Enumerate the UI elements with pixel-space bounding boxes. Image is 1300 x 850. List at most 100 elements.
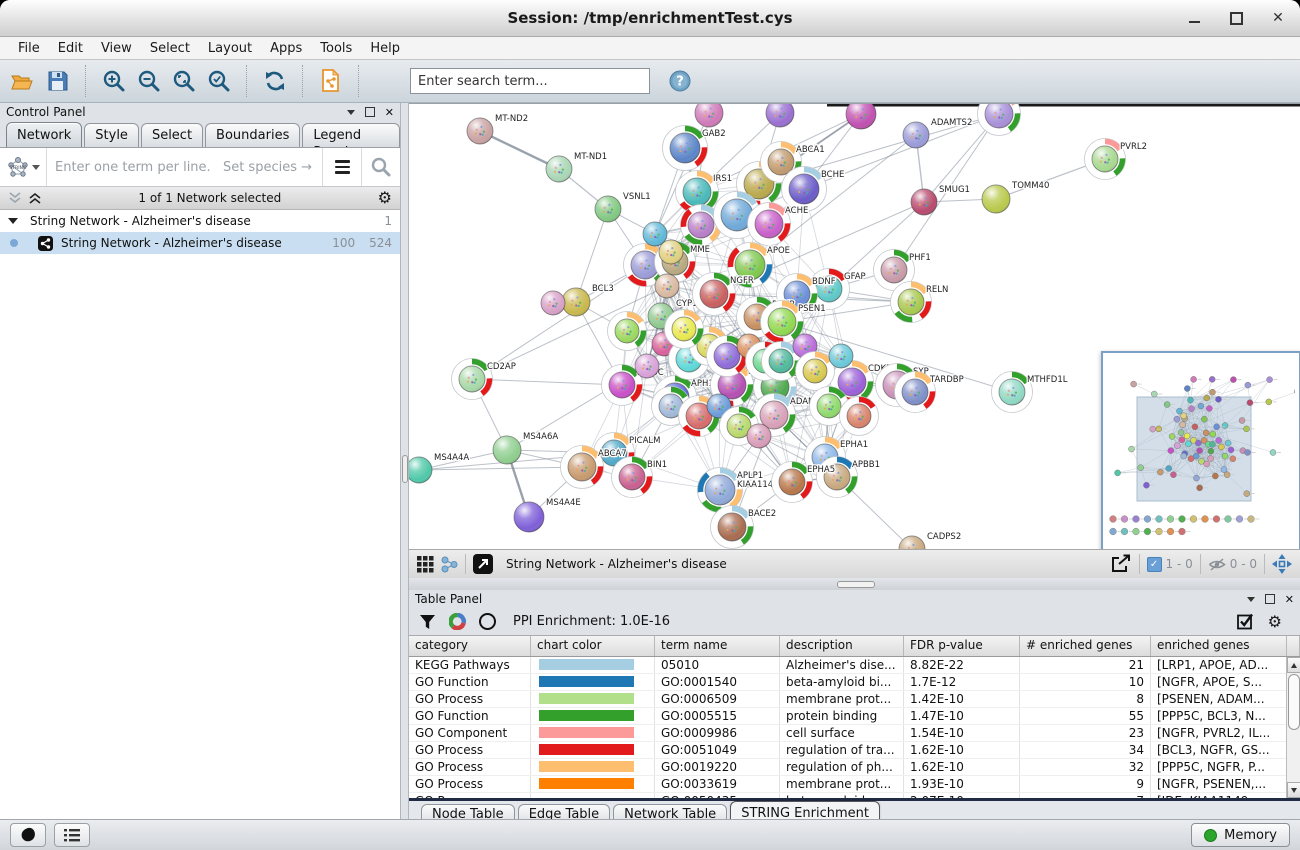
protein-node-mthfd1l[interactable]: MTHFD1L: [992, 372, 1068, 413]
table-row[interactable]: GO ProcessGO:0050435beta-amyloid m...2.0…: [409, 793, 1300, 798]
tab-legend-panel[interactable]: Legend Panel: [302, 123, 400, 147]
protein-node-gab2[interactable]: GAB2: [663, 126, 726, 171]
column-header-description[interactable]: description: [780, 636, 904, 656]
protein-node[interactable]: [608, 312, 647, 351]
network-document-icon[interactable]: [318, 68, 344, 94]
protein-node-ache[interactable]: ACHE: [748, 203, 809, 246]
scroll-up-button[interactable]: [1287, 657, 1300, 673]
birds-eye-view[interactable]: [1101, 351, 1300, 549]
tab-style[interactable]: Style: [84, 123, 139, 147]
panel-close-icon[interactable]: ✕: [385, 106, 394, 119]
horizontal-splitter[interactable]: [409, 578, 1300, 590]
zoom-fit-icon[interactable]: [171, 68, 197, 94]
splitter-grip[interactable]: [402, 455, 408, 483]
menu-file[interactable]: File: [10, 39, 48, 58]
zoom-in-icon[interactable]: [101, 68, 127, 94]
protein-node[interactable]: [695, 104, 723, 127]
panel-float-icon[interactable]: [365, 107, 375, 117]
vertical-splitter[interactable]: [401, 103, 409, 819]
protein-node[interactable]: [978, 104, 1021, 136]
protein-node-apbb1[interactable]: APBB1: [817, 457, 881, 498]
task-history-button[interactable]: [54, 823, 90, 847]
share-network-icon[interactable]: [441, 556, 458, 573]
zoom-out-icon[interactable]: [136, 68, 162, 94]
query-search-button[interactable]: [361, 148, 400, 186]
protein-node[interactable]: [766, 104, 794, 127]
protein-node[interactable]: [829, 344, 853, 368]
column-header--enriched-genes[interactable]: # enriched genes: [1020, 636, 1151, 656]
help-icon[interactable]: ?: [667, 68, 693, 94]
protein-node[interactable]: [747, 424, 771, 448]
scrollbar-thumb[interactable]: [1288, 674, 1300, 730]
network-collection-row[interactable]: String Network - Alzheimer's disease 1: [0, 210, 400, 232]
term-query-input[interactable]: [47, 160, 223, 175]
cytoscape-logo-button[interactable]: [10, 823, 46, 847]
network-row-selected[interactable]: String Network - Alzheimer's disease 100…: [0, 232, 400, 254]
tab-select[interactable]: Select: [141, 123, 203, 147]
zoom-selected-icon[interactable]: [206, 68, 232, 94]
tab-boundaries[interactable]: Boundaries: [205, 123, 300, 147]
menu-layout[interactable]: Layout: [200, 39, 260, 58]
column-header-enriched-genes[interactable]: enriched genes: [1151, 636, 1287, 656]
protein-node-bche[interactable]: BCHE: [782, 167, 845, 212]
table-row[interactable]: KEGG Pathways05010Alzheimer's dise...8.8…: [409, 657, 1300, 674]
menu-help[interactable]: Help: [362, 39, 408, 58]
set-species-label[interactable]: Set species →: [223, 160, 322, 175]
protein-node[interactable]: [541, 291, 565, 315]
table-row[interactable]: GO ProcessGO:0019220regulation of ph...1…: [409, 759, 1300, 776]
protein-node-bcl3[interactable]: BCL3: [562, 284, 614, 316]
menu-edit[interactable]: Edit: [50, 39, 91, 58]
protein-node-vsnl1[interactable]: VSNL1: [595, 192, 651, 222]
scroll-down-button[interactable]: [1287, 782, 1300, 798]
table-row[interactable]: GO ProcessGO:0033619membrane prot...1.93…: [409, 776, 1300, 793]
remove-chart-icon[interactable]: [479, 613, 496, 630]
table-row[interactable]: GO FunctionGO:0001540beta-amyloid bi...1…: [409, 674, 1300, 691]
column-header-chart-color[interactable]: chart color: [531, 636, 655, 656]
network-canvas[interactable]: MT-ND2MT-ND1VSNL1GAB2ADAMTS2PVRL2TOMM40S…: [409, 103, 1300, 549]
string-protein-query-selector[interactable]: STRING: [0, 148, 47, 186]
memory-button[interactable]: Memory: [1191, 823, 1290, 847]
menu-tools[interactable]: Tools: [312, 39, 360, 58]
expand-all-icon[interactable]: [28, 192, 42, 204]
table-scrollbar[interactable]: [1286, 657, 1300, 798]
column-header-FDR-p-value[interactable]: FDR p-value: [904, 636, 1020, 656]
table-row[interactable]: GO ProcessGO:0051049regulation of tra...…: [409, 742, 1300, 759]
protein-node[interactable]: [659, 240, 683, 264]
panel-menu-icon[interactable]: [1247, 597, 1255, 602]
protein-node[interactable]: [840, 397, 879, 436]
refresh-icon[interactable]: [262, 68, 288, 94]
panel-close-icon[interactable]: ✕: [1285, 593, 1294, 606]
open-session-icon[interactable]: [10, 68, 36, 94]
protein-node-ms4a4e[interactable]: MS4A4E: [514, 498, 581, 532]
menu-apps[interactable]: Apps: [262, 39, 310, 58]
splitter-grip[interactable]: [837, 581, 875, 588]
protein-node-reln[interactable]: RELN: [891, 282, 949, 323]
protein-node-cd2ap[interactable]: CD2AP: [452, 359, 516, 400]
protein-node-psen1[interactable]: PSEN1: [761, 301, 826, 344]
protein-node[interactable]: [635, 354, 659, 378]
panel-menu-icon[interactable]: [347, 110, 355, 115]
filter-icon[interactable]: [419, 614, 436, 630]
save-session-icon[interactable]: [45, 68, 71, 94]
column-header-category[interactable]: category: [409, 636, 531, 656]
protein-node-tardbp[interactable]: TARDBP: [895, 372, 964, 413]
search-input[interactable]: [410, 68, 650, 94]
protein-node[interactable]: [655, 274, 679, 298]
collapse-all-icon[interactable]: [8, 192, 22, 204]
menu-view[interactable]: View: [93, 39, 140, 58]
open-in-window-icon[interactable]: [473, 554, 493, 574]
close-button[interactable]: ✕: [1270, 10, 1286, 26]
protein-node[interactable]: [665, 310, 704, 349]
protein-node-adamts2[interactable]: ADAMTS2: [903, 118, 972, 148]
column-header-term-name[interactable]: term name: [655, 636, 780, 656]
tab-network[interactable]: Network: [6, 122, 82, 147]
minimize-button[interactable]: [1186, 10, 1202, 26]
protein-node-bin1[interactable]: BIN1: [612, 457, 668, 498]
table-row[interactable]: GO ComponentGO:0009986cell surface1.54E-…: [409, 725, 1300, 742]
query-options-button[interactable]: [322, 148, 361, 186]
protein-node-cadps2[interactable]: CADPS2: [899, 532, 961, 549]
table-row[interactable]: GO FunctionGO:0005515protein binding1.47…: [409, 708, 1300, 725]
select-rows-icon[interactable]: [1237, 613, 1254, 630]
tree-expand-icon[interactable]: [8, 218, 18, 224]
gear-icon[interactable]: ⚙: [1268, 614, 1282, 630]
